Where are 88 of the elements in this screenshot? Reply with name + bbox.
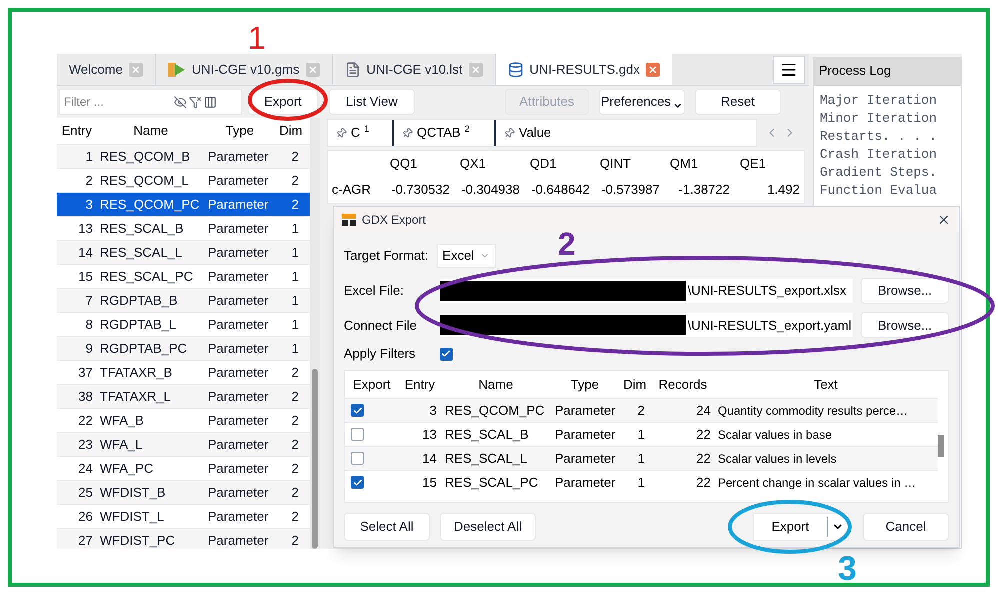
- file-path-field[interactable]: \UNI-RESULTS_export.xlsx: [440, 278, 854, 303]
- preferences-dropdown[interactable]: Preferences: [599, 89, 685, 115]
- symbol-row[interactable]: 25 WFDIST_B Parameter 2: [57, 481, 310, 505]
- checkbox[interactable]: [351, 476, 364, 490]
- export-split-button[interactable]: Export: [753, 513, 849, 542]
- database-icon: [508, 62, 524, 78]
- symbol-row[interactable]: 9 RGDPTAB_PC Parameter 1: [57, 337, 310, 361]
- annotation-number: 3: [838, 552, 857, 586]
- column-header: QM1: [669, 155, 700, 174]
- dialog-title: GDX Export: [362, 212, 426, 229]
- column-header[interactable]: Name: [441, 374, 551, 394]
- row-header: c-AGR: [331, 181, 372, 200]
- scrollbar-thumb[interactable]: [938, 435, 944, 458]
- value-cell-text: 1.492: [766, 181, 801, 200]
- select-all-button[interactable]: Select All: [344, 513, 430, 542]
- column-header[interactable]: Type: [551, 374, 619, 394]
- value-cell-text: -0.573987: [600, 181, 661, 200]
- column-header[interactable]: Dim: [275, 121, 307, 141]
- column-header: QX1: [459, 155, 488, 174]
- symbol-row[interactable]: 23 WFA_L Parameter 2: [57, 433, 310, 457]
- menu-icon[interactable]: [773, 56, 805, 84]
- file-tab[interactable]: UNI-CGE v10.lst: [332, 54, 496, 85]
- field-label: Apply Filters: [344, 345, 416, 364]
- columns-icon[interactable]: [204, 96, 217, 108]
- filter-input[interactable]: Filter ...: [64, 93, 174, 111]
- document-icon: [344, 62, 361, 78]
- value-cell-text: -0.648642: [530, 181, 591, 200]
- column-header[interactable]: Export: [345, 374, 399, 394]
- play-file-icon: [168, 62, 186, 78]
- toolbar-button[interactable]: Reset: [695, 89, 781, 115]
- column-header[interactable]: Records: [651, 374, 715, 394]
- domain-filter[interactable]: C 1: [328, 120, 394, 146]
- filter-field[interactable]: Filter ...: [59, 89, 242, 115]
- field-label: Target Format:: [344, 246, 429, 265]
- checkbox[interactable]: [351, 428, 364, 442]
- column-header[interactable]: Entry: [399, 374, 441, 394]
- column-header[interactable]: Name: [97, 121, 205, 141]
- checkbox[interactable]: [351, 404, 364, 418]
- format-dropdown[interactable]: Excel: [436, 244, 496, 268]
- file-path-field[interactable]: \UNI-RESULTS_export.yaml: [440, 313, 854, 338]
- file-tab[interactable]: UNI-CGE v10.gms: [156, 54, 333, 85]
- toolbar-button[interactable]: List View: [329, 89, 415, 115]
- browse-button[interactable]: Browse...: [861, 312, 950, 338]
- column-header[interactable]: Entry: [57, 121, 97, 141]
- cancel-button[interactable]: Cancel: [863, 513, 949, 542]
- field-label: Excel File:: [344, 282, 405, 300]
- log-line: Major Iteration: [820, 92, 938, 110]
- file-tab[interactable]: Welcome: [57, 54, 156, 85]
- domain-filter[interactable]: QCTAB 2: [394, 120, 496, 146]
- log-line: Crash Iteration: [820, 146, 938, 164]
- panel-title: Process Log: [813, 57, 962, 85]
- checkbox[interactable]: [440, 348, 453, 361]
- log-line: Function Evalua: [820, 182, 938, 200]
- value-cell-text: -1.38722: [678, 181, 731, 200]
- domain-filter[interactable]: Value: [496, 120, 576, 146]
- filter-off-icon[interactable]: [189, 96, 202, 108]
- column-header[interactable]: Dim: [619, 374, 651, 394]
- log-line: Gradient Steps.: [820, 164, 938, 182]
- value-cell-text: -0.304938: [460, 181, 521, 200]
- symbol-row[interactable]: 14 RES_SCAL_L Parameter 1: [57, 241, 310, 265]
- deselect-all-button[interactable]: Deselect All: [440, 513, 536, 542]
- column-header[interactable]: Type: [205, 121, 275, 141]
- caret-icon: [673, 101, 684, 111]
- symbol-row[interactable]: 1 RES_QCOM_B Parameter 2: [57, 145, 310, 169]
- export-button[interactable]: Export: [248, 89, 318, 115]
- log-line: Minor Iteration: [820, 110, 938, 128]
- export-row[interactable]: 3 RES_QCOM_PC Parameter 2 24 Quantity commodity results perce…: [345, 398, 938, 422]
- column-header: QD1: [529, 155, 558, 174]
- checkbox[interactable]: [351, 452, 364, 466]
- column-header: QE1: [739, 155, 768, 174]
- browse-button[interactable]: Browse...: [861, 278, 950, 304]
- symbol-row[interactable]: 27 WFDIST_PC Parameter 2: [57, 529, 310, 549]
- annotation-number: 2: [558, 228, 576, 260]
- value-cell-text: -0.730532: [390, 181, 451, 200]
- app-logo-icon: [342, 214, 356, 226]
- scrollbar-thumb[interactable]: [312, 369, 318, 549]
- symbol-row[interactable]: 38 TFATAXR_L Parameter 2: [57, 385, 310, 409]
- log-line: Restarts. . . .: [820, 128, 938, 146]
- column-header: QINT: [599, 155, 632, 174]
- annotation-number: 1: [248, 22, 266, 54]
- symbol-row[interactable]: 3 RES_QCOM_PC Parameter 2: [57, 193, 310, 217]
- symbol-row[interactable]: 7 RGDPTAB_B Parameter 1: [57, 289, 310, 313]
- hide-icon[interactable]: [174, 96, 187, 108]
- field-label: Connect File: [344, 316, 418, 335]
- export-row[interactable]: 14 RES_SCAL_L Parameter 1 22 Scalar values in levels: [345, 446, 938, 470]
- column-header[interactable]: Text: [715, 374, 937, 394]
- file-tab[interactable]: UNI-RESULTS.gdx: [496, 54, 672, 85]
- column-header: QQ1: [389, 155, 418, 174]
